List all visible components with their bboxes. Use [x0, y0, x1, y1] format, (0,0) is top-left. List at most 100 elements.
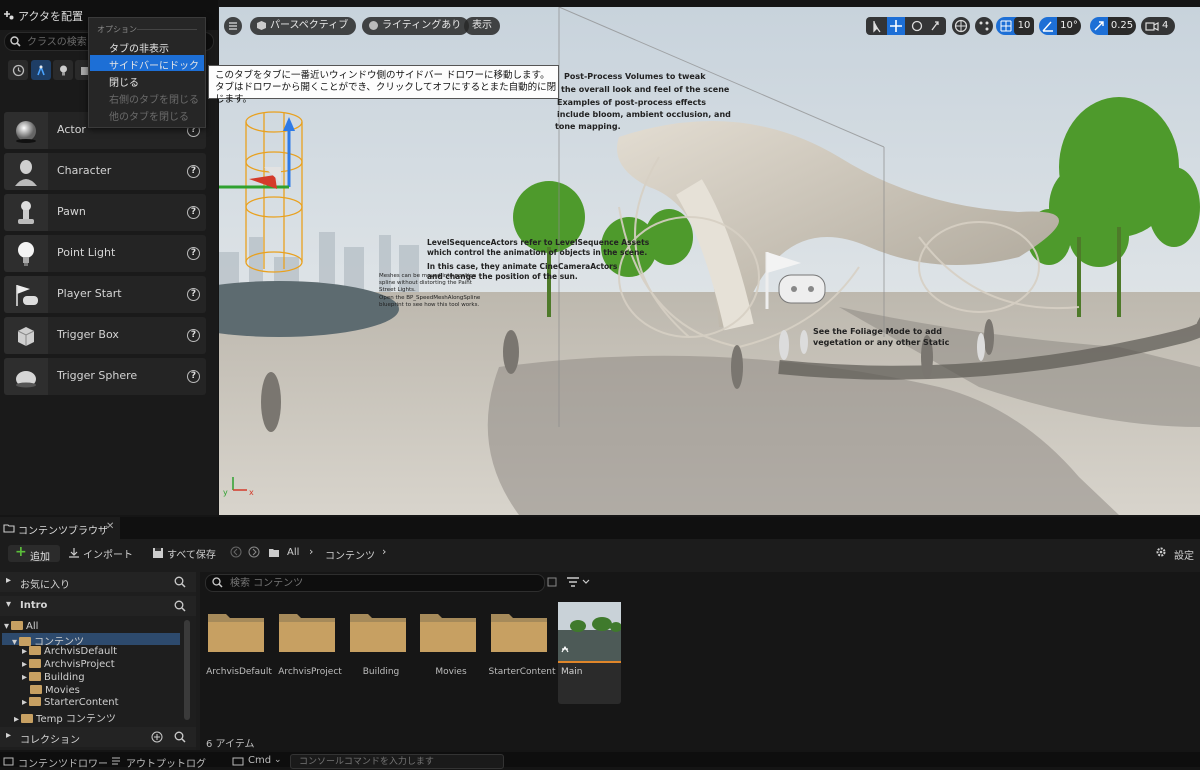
breadcrumb-content[interactable]: コンテンツ — [325, 547, 375, 562]
content-drawer-icon — [3, 757, 14, 766]
tree-item-building[interactable]: ▸ Building — [22, 672, 85, 684]
menu-item-close-right-tabs: 右側のタブを閉じる — [109, 95, 199, 106]
back-icon — [230, 546, 242, 558]
asset-name: ArchvisProject — [278, 667, 342, 677]
scale-snap-value[interactable]: 0.25 — [1108, 17, 1136, 35]
asset-name: Movies — [435, 667, 467, 677]
import-icon — [69, 548, 79, 558]
scene-text: the overall look and feel of the scene — [561, 85, 730, 94]
asset-name: ArchvisDefault — [206, 667, 272, 677]
tree-item-temp[interactable]: ▸ Temp コンテンツ — [14, 710, 116, 725]
actor-item-label: Actor — [57, 123, 86, 136]
actor-item-trigger-box[interactable]: Trigger Box ? — [4, 317, 206, 354]
tree-item-movies[interactable]: Movies — [30, 685, 80, 697]
filter-icon[interactable] — [566, 576, 592, 588]
gear-icon — [1156, 547, 1166, 557]
perspective-label: パースペクティブ — [270, 20, 349, 31]
folder-icon — [3, 524, 15, 533]
lightbulb-icon — [4, 235, 48, 272]
search-icon[interactable] — [174, 731, 186, 743]
scale-icon — [1094, 21, 1104, 31]
actor-item-label: Point Light — [57, 246, 116, 259]
tab-options-menu: オプション タブの非表示 サイドバーにドック 閉じる 右側のタブを閉じる 他のタ… — [88, 17, 206, 128]
help-icon[interactable]: ? — [187, 329, 200, 342]
add-button[interactable]: + 追加 — [8, 544, 60, 563]
tree-item-archvisdefault[interactable]: ▸ ArchvisDefault — [22, 646, 117, 658]
actor-item-trigger-sphere[interactable]: Trigger Sphere ? — [4, 358, 206, 395]
lights-category-icon[interactable] — [53, 60, 73, 80]
world-space-toggle[interactable] — [952, 17, 970, 35]
help-icon[interactable]: ? — [187, 370, 200, 383]
scene-text: Open the BP_SpeedMeshAlongSpline — [379, 295, 481, 301]
pawn-icon — [4, 194, 48, 231]
collections-section[interactable]: ▸ コレクション — [0, 727, 196, 747]
search-icon[interactable] — [174, 600, 186, 612]
tree-scrollbar[interactable] — [184, 620, 190, 720]
asset-level-main[interactable]: Main — [558, 602, 621, 704]
viewport-menu-button[interactable] — [224, 17, 242, 35]
lighting-mode-button[interactable]: ライティングあり — [362, 17, 470, 35]
search-icon — [10, 36, 21, 47]
perspective-button[interactable]: パースペクティブ — [250, 17, 357, 35]
content-search-field[interactable] — [205, 574, 545, 592]
help-icon[interactable]: ? — [187, 247, 200, 260]
tree-item-content[interactable]: ▾ コンテンツ — [2, 633, 180, 648]
help-icon[interactable]: ? — [187, 288, 200, 301]
content-search-input[interactable] — [228, 575, 532, 592]
tree-item-startercontent[interactable]: ▸ StarterContent — [22, 697, 119, 709]
trigger-sphere-icon — [4, 358, 48, 395]
scale-snap-button[interactable] — [1090, 17, 1108, 35]
actor-item-player-start[interactable]: Player Start ? — [4, 276, 206, 313]
actor-item-pawn[interactable]: Pawn ? — [4, 194, 206, 231]
show-button[interactable]: 表示 — [464, 17, 500, 35]
breadcrumb-all[interactable]: All — [287, 547, 299, 558]
help-icon[interactable]: ? — [187, 165, 200, 178]
menu-item-close[interactable]: 閉じる — [90, 72, 204, 89]
add-collection-icon[interactable] — [151, 731, 163, 743]
menu-item-hide-tab[interactable]: タブの非表示 — [90, 38, 204, 55]
scene-text: In this case, they animate CineCameraAct… — [427, 262, 618, 271]
character-icon — [4, 153, 48, 190]
plus-icon: + — [15, 544, 27, 560]
search-icon[interactable] — [174, 576, 186, 588]
tree-item-all[interactable]: ▾ All — [4, 621, 38, 633]
menu-item-dock-to-sidebar[interactable]: サイドバーにドック — [90, 55, 204, 72]
tree-item-archvisproject[interactable]: ▸ ArchvisProject — [22, 659, 115, 671]
settings-button[interactable]: 設定 — [1174, 547, 1194, 562]
lighting-label: ライティングあり — [382, 20, 462, 31]
scene-text: LevelSequenceActors refer to LevelSequen… — [427, 238, 650, 247]
chevron-right-icon[interactable]: › — [382, 545, 386, 558]
surface-snap-toggle[interactable] — [975, 17, 993, 35]
project-section[interactable]: ▾ Intro — [0, 596, 196, 616]
snap-icon — [979, 21, 989, 31]
tooltip-line-1: このタブをタブに一番近いウィンドウ側のサイドバー ドロワーに移動します。 — [215, 70, 550, 81]
dock-tooltip: このタブをタブに一番近いウィンドウ側のサイドバー ドロワーに移動します。 タブは… — [208, 65, 559, 105]
recent-category-icon[interactable] — [8, 60, 28, 80]
camera-icon — [1145, 22, 1159, 31]
content-browser-tab-label: コンテンツブラウザ — [18, 526, 108, 537]
close-icon[interactable]: ✕ — [106, 521, 114, 532]
save-search-icon[interactable] — [547, 577, 557, 587]
grid-snap-value[interactable]: 10 — [1014, 17, 1034, 35]
output-log-button[interactable]: アウトプットログ — [126, 755, 206, 770]
output-log-icon — [112, 757, 120, 765]
rotation-snap-button[interactable] — [1039, 17, 1057, 35]
cmd-dropdown[interactable]: Cmd — [248, 755, 271, 766]
content-drawer-button[interactable]: コンテンツドロワー — [18, 755, 108, 770]
grid-icon — [1000, 20, 1012, 32]
actor-item-character[interactable]: Character ? — [4, 153, 206, 190]
scene-text: See the Foliage Mode to add — [813, 327, 942, 336]
globe-icon — [954, 19, 968, 33]
content-browser-tab[interactable]: コンテンツブラウザ ✕ — [0, 517, 120, 539]
chevron-down-icon: ▾ — [6, 599, 12, 610]
history-nav[interactable] — [230, 546, 266, 558]
camera-speed-button[interactable]: 4 — [1141, 17, 1175, 35]
chevron-down-icon[interactable]: ⌄ — [274, 755, 282, 765]
import-label: インポート — [83, 550, 133, 561]
actor-item-point-light[interactable]: Point Light ? — [4, 235, 206, 272]
basic-category-icon[interactable] — [31, 60, 51, 80]
cube-icon — [257, 21, 266, 30]
favorites-section[interactable]: ▸ お気に入り — [0, 572, 196, 592]
rotation-snap-value[interactable]: 10° — [1057, 17, 1081, 35]
help-icon[interactable]: ? — [187, 206, 200, 219]
